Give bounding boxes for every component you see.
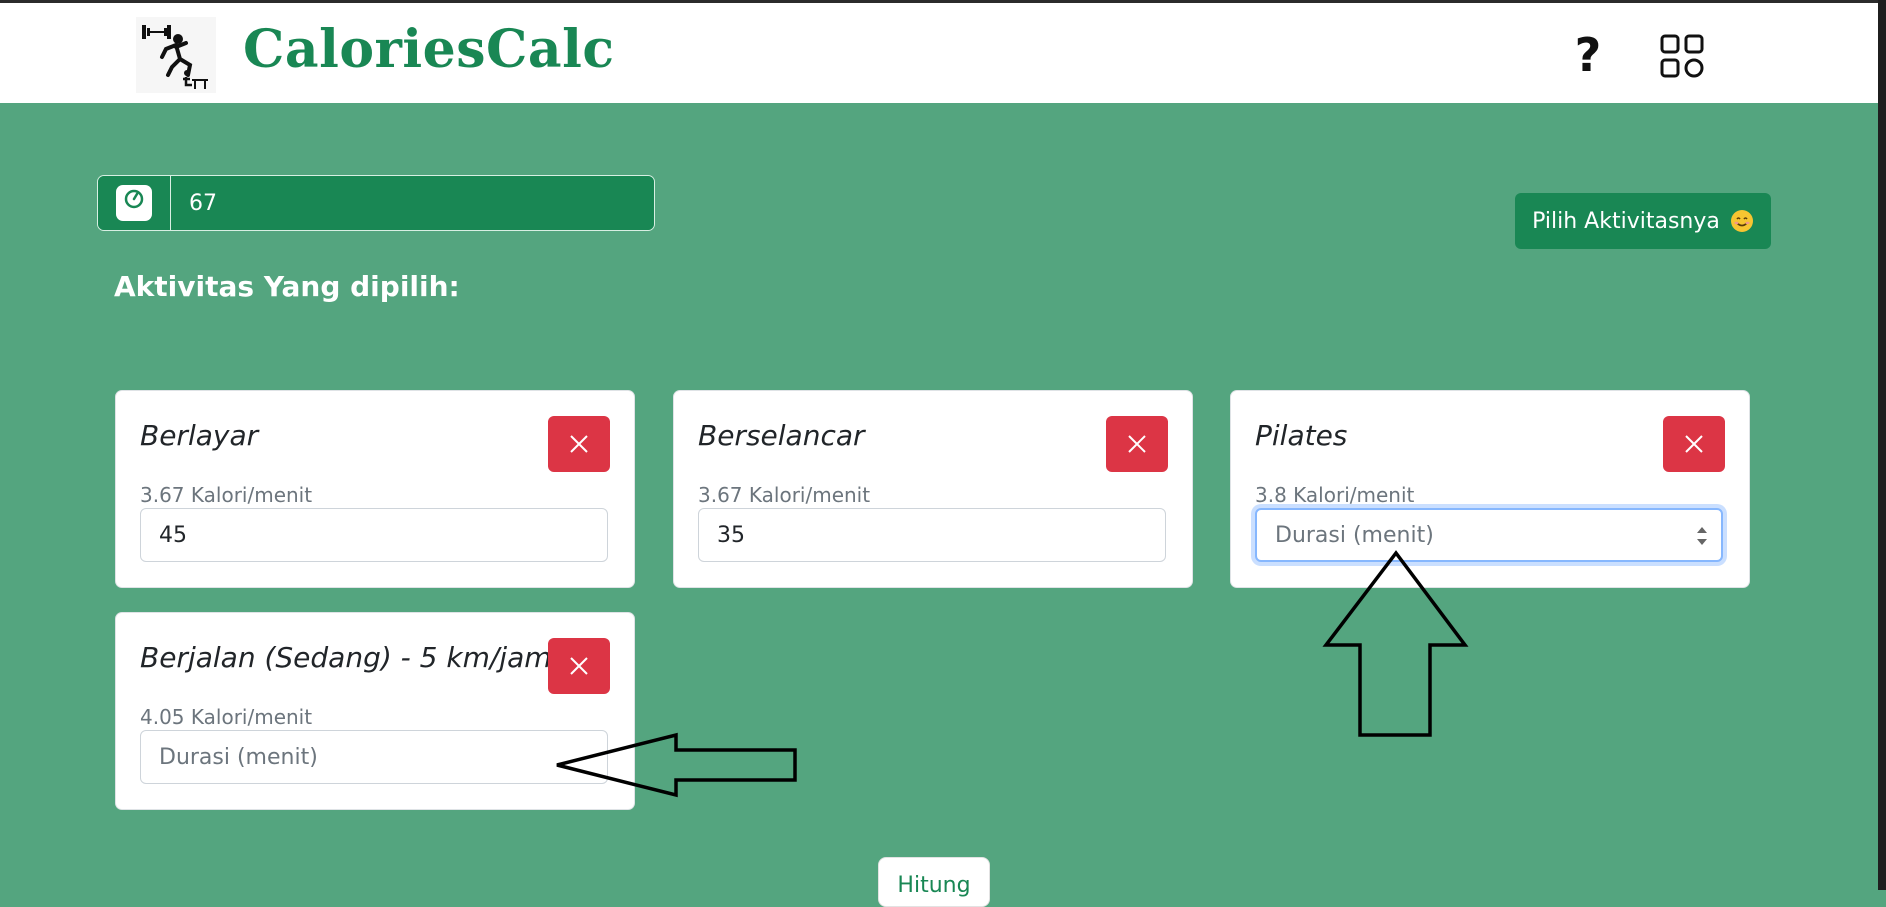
activity-name: Berlayar xyxy=(140,419,259,452)
activity-rate: 3.8 Kalori/menit xyxy=(1255,483,1415,507)
activity-name: Berjalan (Sedang) - 5 km/jam xyxy=(140,641,552,674)
close-icon xyxy=(570,435,588,453)
weight-addon xyxy=(98,176,171,230)
duration-input[interactable] xyxy=(140,730,608,784)
arrow-left-icon xyxy=(556,732,797,798)
activity-card: Pilates 3.8 Kalori/menit xyxy=(1230,390,1750,588)
number-spinner-icon[interactable] xyxy=(1695,524,1709,548)
remove-activity-button[interactable] xyxy=(1106,416,1168,472)
weight-input-group xyxy=(97,175,655,231)
window-scrollbar-edge xyxy=(1878,0,1886,890)
calculate-button[interactable]: Hitung xyxy=(878,857,990,907)
activity-card: Berlayar 3.67 Kalori/menit xyxy=(115,390,635,588)
navbar: CaloriesCalc ? xyxy=(0,3,1878,103)
grid-menu-icon[interactable] xyxy=(1660,34,1704,78)
activity-name: Pilates xyxy=(1255,419,1348,452)
weight-input[interactable] xyxy=(171,176,654,230)
remove-activity-button[interactable] xyxy=(548,416,610,472)
choose-activity-label: Pilih Aktivitasnya xyxy=(1532,208,1720,234)
remove-activity-button[interactable] xyxy=(548,638,610,694)
activity-rate: 3.67 Kalori/menit xyxy=(140,483,313,507)
remove-activity-button[interactable] xyxy=(1663,416,1725,472)
smiling-face-icon xyxy=(1730,210,1753,232)
choose-activity-button[interactable]: Pilih Aktivitasnya xyxy=(1515,193,1771,249)
activity-rate: 4.05 Kalori/menit xyxy=(140,705,313,729)
help-icon[interactable]: ? xyxy=(1570,25,1606,85)
brand-title[interactable]: CaloriesCalc xyxy=(243,19,615,80)
duration-input[interactable] xyxy=(140,508,608,562)
fitness-logo-icon[interactable] xyxy=(136,17,216,93)
close-icon xyxy=(1128,435,1146,453)
duration-input[interactable] xyxy=(698,508,1166,562)
activity-name: Berselancar xyxy=(698,419,865,452)
scale-icon xyxy=(116,185,152,221)
selected-activities-heading: Aktivitas Yang dipilih: xyxy=(114,270,460,303)
arrow-up-icon xyxy=(1322,550,1469,737)
activity-rate: 3.67 Kalori/menit xyxy=(698,483,871,507)
activity-card: Berselancar 3.67 Kalori/menit xyxy=(673,390,1193,588)
close-icon xyxy=(570,657,588,675)
close-icon xyxy=(1685,435,1703,453)
